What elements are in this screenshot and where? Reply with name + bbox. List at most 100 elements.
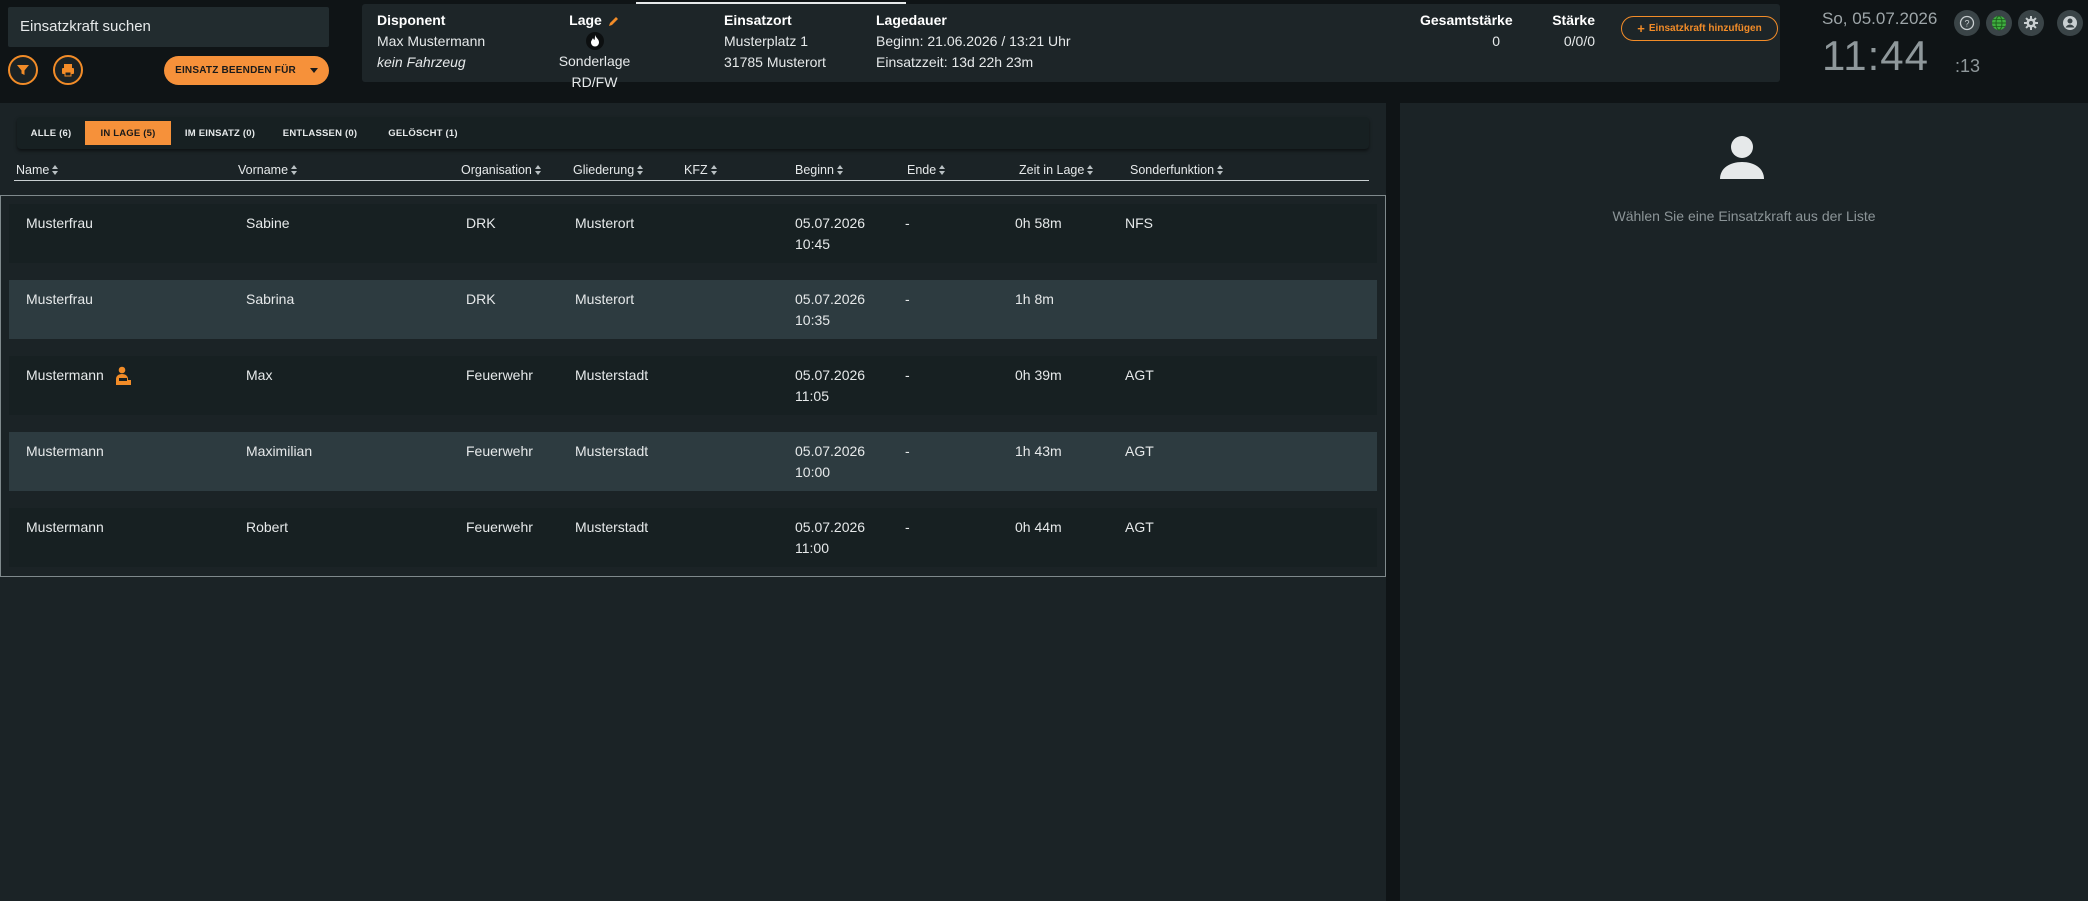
sort-icon <box>291 165 298 175</box>
cell-beginn: 05.07.2026 10:45 <box>795 215 866 252</box>
search-input[interactable]: Einsatzkraft suchen <box>8 7 329 47</box>
cell-organisation: DRK <box>466 215 496 231</box>
plus-icon: + <box>1637 21 1645 36</box>
tab-geloescht[interactable]: GELÖSCHT (1) <box>377 121 469 145</box>
tab-entlassen[interactable]: ENTLASSEN (0) <box>267 121 373 145</box>
clock-time: 11:44 <box>1822 32 1929 79</box>
einsatzort-city: 31785 Musterort <box>724 54 826 70</box>
cell-gliederung: Musterstadt <box>575 519 649 535</box>
disponent-section: Disponent Max Mustermann kein Fahrzeug <box>377 10 485 73</box>
status-tabs: ALLE (6) IN LAGE (5) IM EINSATZ (0) ENTL… <box>17 117 1369 149</box>
cell-beginn: 05.07.2026 11:00 <box>795 519 866 556</box>
lagedauer-header: Lagedauer <box>876 12 947 28</box>
cell-ende: - <box>905 519 910 535</box>
cell-sonderfunktion: AGT <box>1125 367 1154 383</box>
cell-ende: - <box>905 443 910 459</box>
tab-in-lage[interactable]: IN LAGE (5) <box>85 121 171 145</box>
help-icon: ? <box>1959 15 1975 31</box>
einsatzort-header: Einsatzort <box>724 12 792 28</box>
incident-info-panel: Disponent Max Mustermann kein Fahrzeug L… <box>362 2 1780 90</box>
column-header-beginn[interactable]: Beginn <box>795 163 844 177</box>
cell-zeit-in-lage: 1h 43m <box>1015 443 1062 459</box>
end-deployment-label: EINSATZ BEENDEN FÜR <box>175 65 296 76</box>
cell-beginn: 05.07.2026 10:00 <box>795 443 866 480</box>
clock-date: So, 05.07.2026 <box>1822 9 1938 28</box>
column-header-organisation[interactable]: Organisation <box>461 163 542 177</box>
sort-icon <box>1217 165 1224 175</box>
svg-text:?: ? <box>1964 19 1969 29</box>
table-row[interactable]: Mustermann Max Feuerwehr Musterstadt 05.… <box>9 356 1377 415</box>
staerke-value: 0/0/0 <box>1563 33 1595 49</box>
cell-name: Mustermann <box>26 365 132 386</box>
sort-icon <box>52 165 59 175</box>
column-header-kfz[interactable]: KFZ <box>684 163 718 177</box>
sort-icon <box>637 165 644 175</box>
clock-seconds: :13 <box>1955 56 1981 76</box>
tab-im-einsatz[interactable]: IM EINSATZ (0) <box>177 121 263 145</box>
column-header-name[interactable]: Name <box>16 163 59 177</box>
sort-icon <box>836 165 844 175</box>
cell-gliederung: Musterstadt <box>575 367 649 383</box>
cell-gliederung: Musterort <box>575 291 635 307</box>
cell-organisation: Feuerwehr <box>466 519 533 535</box>
tab-alle[interactable]: ALLE (6) <box>17 121 85 145</box>
table-header: Name Vorname Organisation Gliederung KFZ… <box>14 159 1369 181</box>
settings-button[interactable] <box>2018 10 2044 36</box>
sort-icon <box>710 165 718 175</box>
empty-selection-hint: Wählen Sie eine Einsatzkraft aus der Lis… <box>1612 208 1876 224</box>
cell-organisation: Feuerwehr <box>466 443 533 459</box>
lagedauer-section: Lagedauer Beginn: 21.06.2026 / 13:21 Uhr… <box>876 10 1071 73</box>
gear-icon <box>2024 16 2038 30</box>
table-row[interactable]: Musterfrau Sabine DRK Musterort 05.07.20… <box>9 204 1377 263</box>
cell-name: Mustermann <box>26 443 104 459</box>
table-row[interactable]: Mustermann Robert Feuerwehr Musterstadt … <box>9 508 1377 567</box>
cell-ende: - <box>905 291 910 307</box>
cell-sonderfunktion: AGT <box>1125 443 1154 459</box>
column-header-vorname[interactable]: Vorname <box>238 163 298 177</box>
print-button[interactable] <box>53 55 83 85</box>
staerke-section: Stärke 0/0/0 <box>1530 10 1595 52</box>
cell-sonderfunktion: AGT <box>1125 519 1154 535</box>
cell-zeit-in-lage: 0h 58m <box>1015 215 1062 231</box>
disponent-vehicle: kein Fahrzeug <box>377 54 466 70</box>
table-row[interactable]: Mustermann Maximilian Feuerwehr Musterst… <box>9 432 1377 491</box>
lage-value: Sonderlage RD/FW <box>558 53 631 90</box>
help-button[interactable]: ? <box>1954 10 1980 36</box>
edit-pencil-icon[interactable] <box>608 15 620 27</box>
sort-icon <box>1087 165 1094 175</box>
add-einsatzkraft-button[interactable]: + Einsatzkraft hinzufügen <box>1621 16 1778 41</box>
lage-section: Lage Sonderlage RD/FW <box>542 10 647 93</box>
search-label: Einsatzkraft suchen <box>20 18 151 35</box>
cell-organisation: DRK <box>466 291 496 307</box>
cell-zeit-in-lage: 0h 39m <box>1015 367 1062 383</box>
column-header-gliederung[interactable]: Gliederung <box>573 163 644 177</box>
sort-icon <box>939 165 946 175</box>
staerke-header: Stärke <box>1552 12 1595 28</box>
cell-organisation: Feuerwehr <box>466 367 533 383</box>
column-header-sonderfunktion[interactable]: Sonderfunktion <box>1130 163 1224 177</box>
column-header-zeit-in-lage[interactable]: Zeit in Lage <box>1019 163 1094 177</box>
cell-vorname: Max <box>246 367 273 383</box>
cell-vorname: Sabine <box>246 215 290 231</box>
cell-zeit-in-lage: 0h 44m <box>1015 519 1062 535</box>
chevron-down-icon <box>309 68 318 73</box>
cell-gliederung: Musterort <box>575 215 635 231</box>
end-deployment-button[interactable]: EINSATZ BEENDEN FÜR <box>164 56 329 85</box>
fire-icon <box>585 32 604 50</box>
account-button[interactable] <box>2057 10 2083 36</box>
table-row[interactable]: Musterfrau Sabrina DRK Musterort 05.07.2… <box>9 280 1377 339</box>
filter-button[interactable] <box>8 55 38 85</box>
cell-vorname: Sabrina <box>246 291 295 307</box>
cell-beginn: 05.07.2026 10:35 <box>795 291 866 328</box>
cell-gliederung: Musterstadt <box>575 443 649 459</box>
language-button[interactable] <box>1986 10 2012 36</box>
einsatzkraefte-list-panel: ALLE (6) IN LAGE (5) IM EINSATZ (0) ENTL… <box>0 103 1386 901</box>
cell-vorname: Maximilian <box>246 443 313 459</box>
cell-name: Musterfrau <box>26 291 93 307</box>
cell-sonderfunktion: NFS <box>1125 215 1153 231</box>
gesamtstaerke-header: Gesamtstärke <box>1420 12 1513 28</box>
lage-header: Lage <box>569 12 602 28</box>
filter-icon <box>17 65 29 75</box>
gesamtstaerke-section: Gesamtstärke 0 <box>1420 10 1513 52</box>
column-header-ende[interactable]: Ende <box>907 163 946 177</box>
